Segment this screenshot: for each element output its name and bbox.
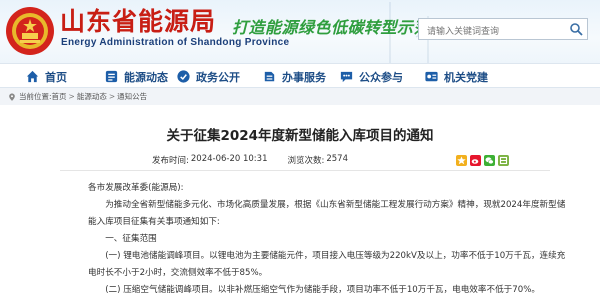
breadcrumb-notices[interactable]: 通知公告 — [117, 91, 147, 102]
news-icon — [105, 70, 118, 83]
weibo-icon[interactable] — [470, 151, 481, 166]
nav-government-affairs[interactable]: 政务公开 — [176, 64, 240, 89]
breadcrumb-prefix: 当前位置: — [19, 92, 52, 101]
article-paragraph: (二) 压缩空气储能调峰项目。以非补燃压缩空气作为储能手段，项目功率不低于10万… — [88, 285, 540, 295]
article-paragraph: 为推动全省新型储能多元化、市场化高质量发展，根据《山东省新型储能工程发展行动方案… — [88, 200, 566, 210]
search-input[interactable] — [419, 22, 567, 42]
article-paragraph: 一、征集范围 — [88, 234, 157, 244]
meta-divider — [60, 170, 550, 171]
wechat-icon[interactable] — [484, 151, 495, 166]
views-count: 2574 — [326, 154, 348, 164]
party-icon — [425, 71, 438, 82]
breadcrumb-separator: > — [68, 92, 75, 101]
site-slogan: 打造能源绿色低碳转型示范区 — [232, 18, 447, 37]
nav-services[interactable]: 办事服务 — [262, 64, 326, 89]
service-icon — [264, 71, 275, 82]
main-navigation: 首页 能源动态 政务公开 办事服务 公众参与 机关党建 — [0, 63, 600, 88]
publish-time: 2024-06-20 10:31 — [190, 154, 268, 164]
nav-energy-news-label: 能源动态 — [124, 70, 168, 84]
breadcrumb-home[interactable]: 首页 — [52, 91, 67, 102]
search-box — [418, 18, 588, 42]
article-paragraph: 能入库项目征集有关事项通知如下: — [88, 217, 220, 227]
site-title: 山东省能源局 — [60, 7, 217, 36]
qzone-icon[interactable] — [456, 151, 467, 166]
nav-party-building-label: 机关党建 — [444, 70, 488, 84]
nav-energy-news[interactable]: 能源动态 — [104, 64, 168, 89]
nav-home[interactable]: 首页 — [25, 64, 67, 89]
article-title: 关于征集2024年度新型储能入库项目的通知 — [166, 128, 434, 144]
breadcrumb: 当前位置: 首页 > 能源动态 > 通知公告 — [0, 88, 600, 105]
article-paragraph: 电时长不小于2小时，交流侧效率不低于85%。 — [88, 268, 268, 278]
favorite-icon[interactable] — [498, 151, 509, 166]
nav-government-affairs-label: 政务公开 — [196, 70, 240, 84]
government-icon — [177, 70, 190, 83]
people-icon — [340, 71, 353, 83]
share-bar — [456, 151, 509, 166]
article-meta: 发布时间: 2024-06-20 10:31 浏览次数: 2574 — [152, 154, 348, 166]
site-header: 山东省能源局 Energy Administration of Shandong… — [0, 0, 600, 63]
breadcrumb-separator: > — [108, 92, 116, 101]
location-icon — [8, 93, 16, 101]
national-emblem-logo — [6, 7, 54, 55]
nav-public-participation-label: 公众参与 — [359, 70, 403, 84]
breadcrumb-energy-news[interactable]: 能源动态 — [77, 91, 107, 102]
nav-home-label: 首页 — [45, 70, 67, 84]
home-icon — [26, 70, 39, 83]
nav-public-participation[interactable]: 公众参与 — [339, 64, 403, 89]
views-label: 浏览次数: — [287, 156, 325, 166]
article-paragraph: 各市发展改革委(能源局): — [88, 183, 184, 193]
article-paragraph: (一) 锂电池储能调峰项目。以锂电池为主要储能元件，项目接入电压等级为220kV… — [88, 251, 566, 261]
article-body: 各市发展改革委(能源局): 为推动全省新型储能多元化、市场化高质量发展，根据《山… — [88, 180, 566, 299]
search-icon[interactable] — [569, 22, 583, 36]
nav-services-label: 办事服务 — [282, 70, 326, 84]
nav-party-building[interactable]: 机关党建 — [424, 64, 488, 89]
publish-time-label: 发布时间: — [152, 156, 189, 166]
site-title-english: Energy Administration of Shandong Provin… — [61, 37, 290, 48]
